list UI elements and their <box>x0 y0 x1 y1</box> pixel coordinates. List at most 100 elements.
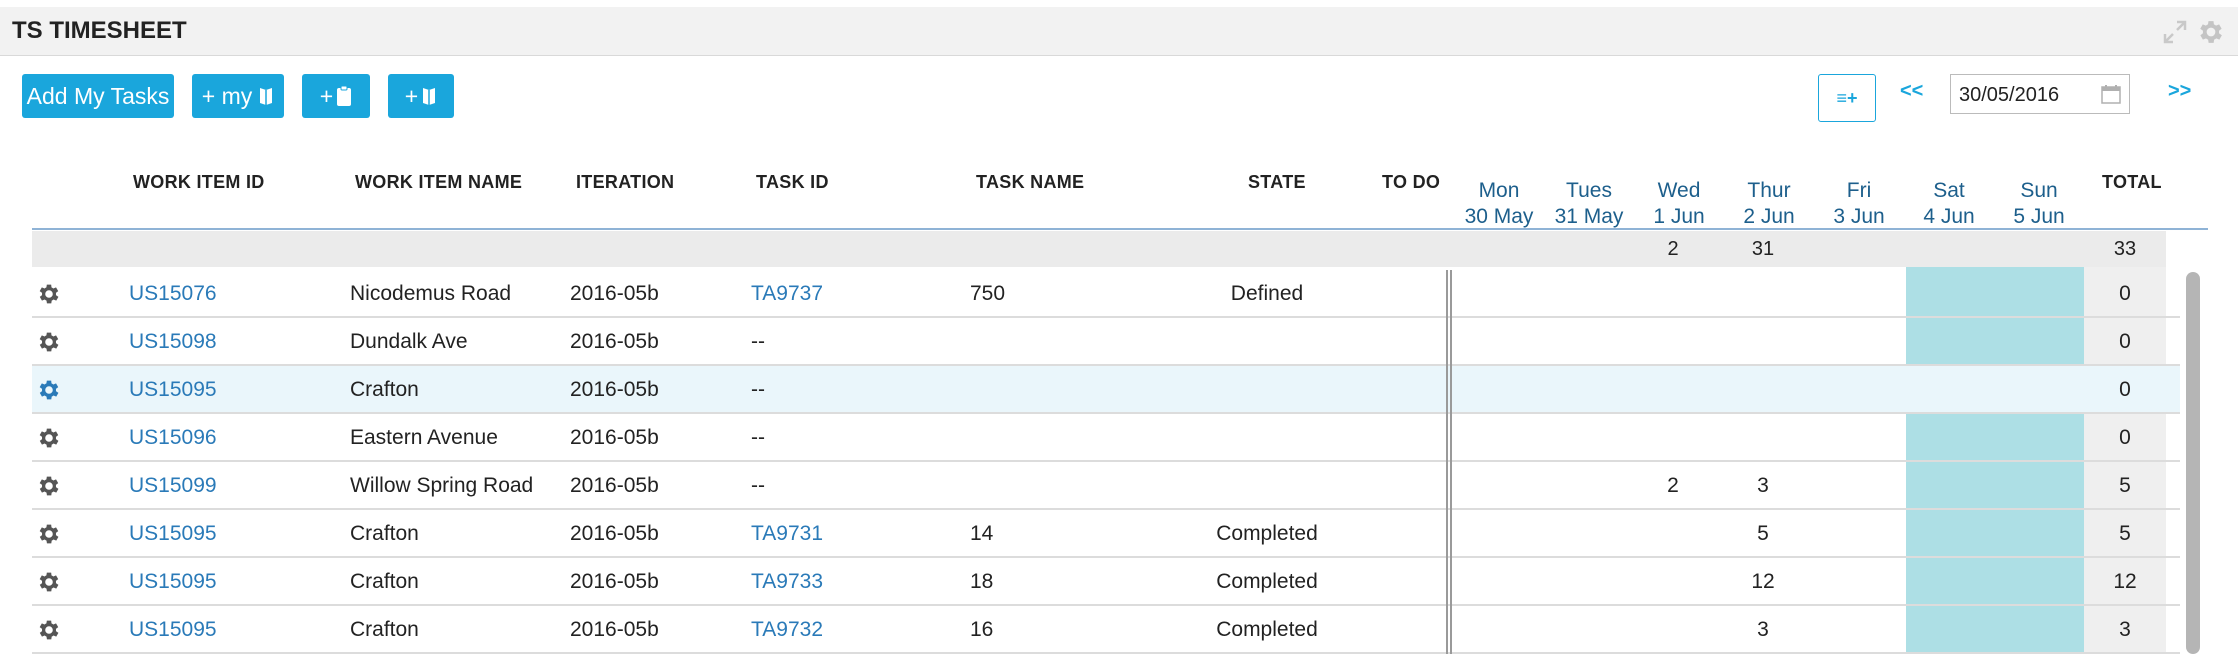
work-item-id-link[interactable]: US15095 <box>129 618 217 642</box>
row-total-cell: 0 <box>2119 330 2131 353</box>
row-total-cell: 5 <box>2119 474 2131 497</box>
iteration-cell: 2016-05b <box>570 330 659 353</box>
summary-wed: 2 <box>1667 238 1679 260</box>
header-todo[interactable]: TO DO <box>1382 172 1440 193</box>
table-row[interactable]: US15096 Eastern Avenue 2016-05b -- 0 <box>32 414 2180 462</box>
column-splitter[interactable] <box>1446 270 1452 654</box>
panel-header: TS TIMESHEET <box>0 7 2238 56</box>
work-item-id-link[interactable]: US15095 <box>129 378 217 402</box>
row-settings-gear-icon[interactable] <box>36 473 62 499</box>
table-row[interactable]: US15095 Crafton 2016-05b TA9732 16 Completed 3… <box>32 606 2180 654</box>
work-item-name: Crafton <box>350 522 419 545</box>
thu-hours-cell[interactable]: 5 <box>1718 522 1808 546</box>
row-settings-gear-icon[interactable] <box>36 569 62 595</box>
iteration-cell: 2016-05b <box>570 378 659 401</box>
header-work-item-id[interactable]: WORK ITEM ID <box>133 172 265 193</box>
row-total-cell: 5 <box>2119 522 2131 545</box>
vertical-scrollbar[interactable] <box>2186 272 2200 654</box>
table-row[interactable]: US15098 Dundalk Ave 2016-05b -- 0 <box>32 318 2180 366</box>
view-toggle-button[interactable]: ≡+ <box>1818 74 1876 122</box>
work-item-name: Crafton <box>350 570 419 593</box>
task-name-cell: 750 <box>970 282 1006 305</box>
row-settings-gear-icon[interactable] <box>36 425 62 451</box>
table-row[interactable]: US15076 Nicodemus Road 2016-05b TA9737 750 De… <box>32 270 2180 318</box>
table-row[interactable]: US15099 Willow Spring Road 2016-05b -- 2 3 5 <box>32 462 2180 510</box>
state-cell: Completed <box>1216 618 1318 641</box>
state-cell: Completed <box>1216 570 1318 593</box>
header-task-id[interactable]: TASK ID <box>756 172 829 193</box>
row-settings-gear-icon[interactable] <box>36 377 62 403</box>
work-item-name: Nicodemus Road <box>350 282 512 305</box>
task-id-cell[interactable]: TA9733 <box>751 570 823 594</box>
state-cell: Defined <box>1230 282 1304 305</box>
row-settings-gear-icon[interactable] <box>36 617 62 643</box>
day-header-thu: Thur 2 Jun <box>1743 179 1795 228</box>
row-settings-gear-icon[interactable] <box>36 329 62 355</box>
header-work-item-name[interactable]: WORK ITEM NAME <box>355 172 522 193</box>
task-id-cell[interactable]: TA9732 <box>751 618 823 642</box>
day-header-mon: Mon 30 May <box>1464 179 1534 228</box>
day-header-sun: Sun 5 Jun <box>2013 179 2065 228</box>
row-total-cell: 0 <box>2119 282 2131 305</box>
add-my-stories-button[interactable]: + my <box>192 74 284 118</box>
task-id-cell[interactable]: TA9737 <box>751 282 823 306</box>
gear-icon[interactable] <box>2196 17 2226 47</box>
iteration-cell: 2016-05b <box>570 282 659 305</box>
task-id-cell[interactable]: TA9731 <box>751 522 823 546</box>
add-story-button[interactable]: + <box>388 74 454 118</box>
panel-title: TS TIMESHEET <box>12 17 187 44</box>
work-item-name: Dundalk Ave <box>350 330 468 353</box>
header-divider <box>32 228 2208 230</box>
summary-thu: 31 <box>1751 238 1775 260</box>
add-task-button[interactable]: + <box>302 74 370 118</box>
thu-hours-cell[interactable]: 12 <box>1718 570 1808 594</box>
day-header-sat: Sat 4 Jun <box>1923 179 1975 228</box>
iteration-cell: 2016-05b <box>570 570 659 593</box>
date-input[interactable] <box>1957 81 2091 109</box>
date-picker[interactable] <box>1950 74 2130 114</box>
task-id-cell: -- <box>751 474 765 497</box>
thu-hours-cell[interactable]: 3 <box>1718 618 1808 642</box>
row-total-cell: 3 <box>2119 618 2131 641</box>
row-settings-gear-icon[interactable] <box>36 281 62 307</box>
header-task-name[interactable]: TASK NAME <box>976 172 1084 193</box>
work-item-id-link[interactable]: US15076 <box>129 282 217 306</box>
thu-hours-cell[interactable]: 3 <box>1718 474 1808 498</box>
iteration-cell: 2016-05b <box>570 618 659 641</box>
work-item-name: Eastern Avenue <box>350 426 498 449</box>
work-item-id-link[interactable]: US15099 <box>129 474 217 498</box>
task-name-cell: 16 <box>970 618 994 641</box>
book-icon <box>258 86 274 106</box>
iteration-cell: 2016-05b <box>570 426 659 449</box>
expand-icon[interactable] <box>2162 19 2188 45</box>
table-row[interactable]: US15095 Crafton 2016-05b TA9733 18 Completed 1… <box>32 558 2180 606</box>
add-my-tasks-button[interactable]: Add My Tasks <box>22 74 174 118</box>
next-week-link[interactable]: >> <box>2168 80 2191 103</box>
table-row[interactable]: US15095 Crafton 2016-05b TA9731 14 Completed 5… <box>32 510 2180 558</box>
wed-hours-cell[interactable]: 2 <box>1628 474 1718 498</box>
task-name-cell: 14 <box>970 522 994 545</box>
add-my-tasks-label: Add My Tasks <box>26 82 170 109</box>
table-row[interactable]: US15095 Crafton 2016-05b -- 0 <box>32 366 2180 414</box>
header-total[interactable]: TOTAL <box>2102 172 2162 193</box>
work-item-name: Crafton <box>350 618 419 641</box>
add-task-plus: + <box>319 82 334 109</box>
book-icon <box>421 86 437 106</box>
header-iteration[interactable]: ITERATION <box>576 172 674 193</box>
work-item-name: Crafton <box>350 378 419 401</box>
calendar-icon[interactable] <box>2101 84 2121 104</box>
header-state[interactable]: STATE <box>1248 172 1306 193</box>
task-id-cell: -- <box>751 426 765 449</box>
summary-row <box>32 231 2166 267</box>
work-item-id-link[interactable]: US15098 <box>129 330 217 354</box>
work-item-id-link[interactable]: US15095 <box>129 570 217 594</box>
day-header-tue: Tues 31 May <box>1554 179 1624 228</box>
iteration-cell: 2016-05b <box>570 474 659 497</box>
task-id-cell: -- <box>751 378 765 401</box>
row-settings-gear-icon[interactable] <box>36 521 62 547</box>
work-item-id-link[interactable]: US15095 <box>129 522 217 546</box>
state-cell: Completed <box>1216 522 1318 545</box>
work-item-id-link[interactable]: US15096 <box>129 426 217 450</box>
prev-week-link[interactable]: << <box>1900 80 1923 103</box>
task-name-cell: 18 <box>970 570 994 593</box>
